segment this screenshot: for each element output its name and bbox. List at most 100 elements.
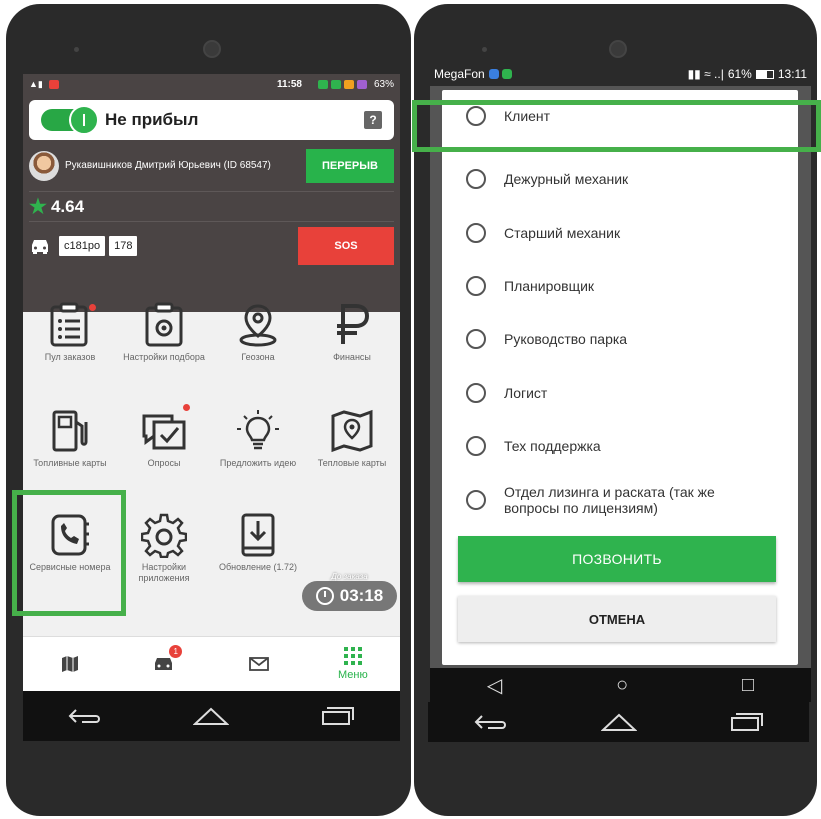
radio-button[interactable]	[466, 436, 486, 456]
option-planner[interactable]: Планировщик	[442, 264, 798, 308]
tile-label: Геозона	[241, 352, 275, 362]
nav-menu[interactable]: Меню	[306, 637, 400, 691]
android-nav-keys	[23, 691, 400, 741]
highlight-service-numbers	[12, 490, 126, 616]
tile-order-pool[interactable]: Пул заказов	[23, 296, 117, 401]
avatar	[29, 150, 59, 181]
notification-icon	[48, 79, 59, 89]
break-button[interactable]: ПЕРЕРЫВ	[306, 148, 394, 183]
plate-number: с181ро	[59, 236, 106, 256]
option-tech-support[interactable]: Тех поддержка	[442, 424, 798, 468]
nav-messages[interactable]	[212, 637, 306, 691]
nav-orders[interactable]: 1	[117, 637, 211, 691]
nav-map[interactable]	[23, 637, 117, 691]
driver-name: Рукавишников Дмитрий Юрьевич (ID 68547)	[65, 160, 271, 171]
battery-percent: 61%	[727, 67, 752, 81]
option-duty-mechanic[interactable]: Дежурный механик	[442, 157, 798, 201]
star-icon: ★	[29, 196, 47, 218]
tile-suggest-idea[interactable]: Предложить идею	[211, 402, 305, 507]
radio-button[interactable]	[466, 276, 486, 296]
menu-label: Меню	[338, 669, 368, 681]
arrival-status-box: Не прибыл ?	[29, 100, 394, 140]
option-park-management[interactable]: Руководство парка	[442, 317, 798, 361]
grid-menu-icon	[343, 647, 362, 665]
home-icon[interactable]	[193, 706, 230, 726]
radio-button[interactable]	[466, 490, 486, 510]
speaker-dot	[482, 47, 487, 52]
settings-clipboard-icon	[145, 302, 183, 347]
orders-badge: 1	[169, 645, 183, 658]
option-label: Отдел лизинга и раската (так же вопросы …	[504, 484, 715, 516]
new-badge-dot	[183, 404, 190, 411]
option-leasing-department[interactable]: Отдел лизинга и раската (так же вопросы …	[442, 478, 798, 522]
recents-square-icon[interactable]: □	[742, 674, 754, 697]
front-camera	[203, 40, 221, 58]
cancel-button[interactable]: ОТМЕНА	[458, 596, 776, 642]
front-camera	[609, 40, 627, 58]
tile-update[interactable]: Обновление (1.72)	[211, 506, 305, 611]
new-badge-dot	[89, 304, 96, 311]
option-label: Логист	[504, 385, 548, 401]
option-senior-mechanic[interactable]: Старший механик	[442, 211, 798, 255]
hardware-nav-keys	[428, 702, 809, 742]
status-time: 11:58	[276, 78, 302, 90]
timer-pill: 03:18	[302, 581, 397, 611]
driver-row: Рукавишников Дмитрий Юрьевич (ID 68547) …	[29, 140, 394, 192]
rating-value: 4.64	[50, 196, 85, 216]
car-row: с181ро 178 SOS	[29, 222, 394, 270]
radio-button[interactable]	[466, 329, 486, 349]
tile-label: Финансы	[333, 352, 371, 362]
map-pin-icon	[239, 304, 277, 347]
left-phone-frame: ▲▮ 11:58 63% Не прибыл ? Рукавишников Дм…	[6, 4, 411, 816]
right-screen: MegaFon ▮▮ ≈ ..| 61% 13:11 Клиент Дежурн…	[430, 62, 811, 702]
list-icon	[50, 302, 88, 347]
bottom-navigation: 1 Меню	[23, 636, 400, 691]
heat-map-icon	[331, 409, 373, 453]
call-button[interactable]: ПОЗВОНИТЬ	[458, 536, 776, 582]
tile-finance[interactable]: Финансы	[305, 296, 399, 401]
tile-label: Обновление (1.72)	[219, 562, 297, 572]
radio-button[interactable]	[466, 169, 486, 189]
back-icon[interactable]	[68, 706, 104, 726]
arrival-toggle[interactable]	[41, 105, 99, 135]
tile-label: Опросы	[147, 458, 181, 468]
clock-icon	[315, 587, 334, 605]
tile-label: Настройки подбора	[123, 352, 205, 362]
option-label: Планировщик	[504, 278, 595, 294]
help-icon[interactable]: ?	[364, 111, 382, 129]
status-bar: MegaFon ▮▮ ≈ ..| 61% 13:11	[430, 62, 811, 86]
tile-selection-settings[interactable]: Настройки подбора	[117, 296, 211, 401]
poll-icon	[142, 414, 186, 450]
back-icon[interactable]	[474, 712, 510, 732]
home-icon[interactable]	[600, 712, 637, 732]
recents-icon[interactable]	[728, 712, 764, 732]
map-icon	[62, 656, 79, 672]
tile-label: Топливные карты	[33, 458, 107, 468]
sos-button[interactable]: SOS	[298, 227, 394, 265]
option-label: Руководство парка	[504, 331, 628, 347]
option-label: Тех поддержка	[504, 438, 601, 454]
tile-polls[interactable]: Опросы	[117, 402, 211, 507]
tile-app-settings[interactable]: Настройки приложения	[117, 506, 211, 611]
option-logist[interactable]: Логист	[442, 371, 798, 415]
option-label: Дежурный механик	[504, 171, 629, 187]
highlight-client-option	[412, 100, 821, 152]
download-icon	[241, 513, 275, 557]
driver-header: Не прибыл ? Рукавишников Дмитрий Юрьевич…	[23, 94, 400, 312]
tile-geozone[interactable]: Геозона	[211, 296, 305, 401]
radio-button[interactable]	[466, 223, 486, 243]
tile-label: Тепловые карты	[317, 458, 387, 468]
radio-button[interactable]	[466, 383, 486, 403]
option-label: Старший механик	[504, 225, 621, 241]
mail-icon	[248, 657, 269, 671]
android-nav-keys: ◁ ○ □	[430, 668, 811, 702]
arrival-status-label: Не прибыл	[105, 110, 199, 129]
battery-percent: 63%	[373, 78, 394, 90]
tile-heat-maps[interactable]: Тепловые карты	[305, 402, 399, 507]
carrier-name: MegaFon	[434, 67, 485, 81]
home-circle-icon[interactable]: ○	[616, 674, 628, 697]
recents-icon[interactable]	[319, 706, 355, 726]
lightbulb-icon	[237, 410, 279, 450]
back-triangle-icon[interactable]: ◁	[487, 673, 502, 698]
fuel-pump-icon	[52, 410, 88, 452]
